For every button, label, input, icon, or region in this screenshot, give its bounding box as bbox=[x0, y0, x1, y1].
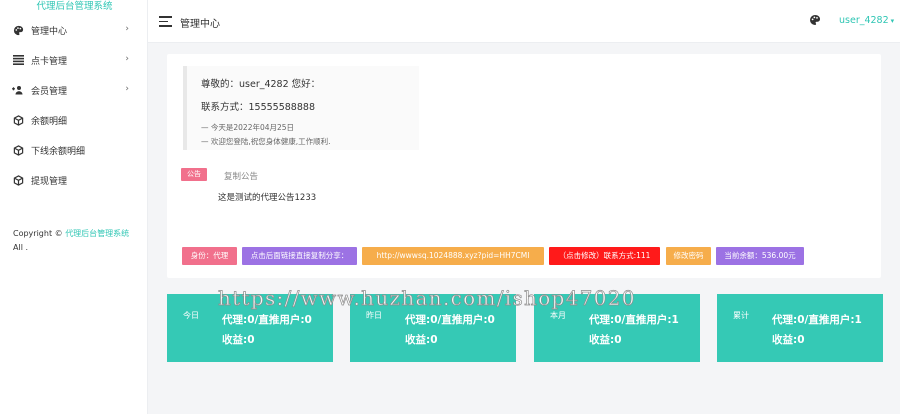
welcome-card: 尊敬的：user_4282 您好： 联系方式：15555588888 — 今天是… bbox=[167, 54, 881, 278]
top-header: 管理中心 user_4282 ▾ bbox=[148, 0, 900, 43]
copyright-prefix: Copyright © bbox=[13, 229, 66, 238]
stat-income: 收益:0 bbox=[222, 334, 255, 346]
sidebar-item-label: 下线余额明细 bbox=[31, 146, 86, 157]
sidebar-item-card-management[interactable]: 点卡管理 › bbox=[0, 45, 147, 75]
stat-label: 今日 bbox=[183, 311, 199, 320]
palette-icon bbox=[12, 24, 24, 36]
brand-title: 代理后台管理系统 bbox=[36, 1, 113, 12]
users-icon bbox=[12, 84, 24, 96]
welcome-quote: 尊敬的：user_4282 您好： 联系方式：15555588888 — 今天是… bbox=[183, 66, 419, 150]
sidebar-item-downline-balance[interactable]: 下线余额明细 bbox=[0, 135, 147, 165]
stat-label: 累计 bbox=[733, 311, 749, 320]
list-icon bbox=[12, 54, 24, 66]
sidebar: 代理后台管理系统 管理中心 › 点卡管理 › 会员管理 › 余额明细 下线余额明… bbox=[0, 0, 148, 414]
menu-toggle-icon[interactable] bbox=[159, 16, 172, 27]
stat-agents: 代理:0/直推用户:0 bbox=[405, 314, 495, 326]
copyright: Copyright © 代理后台管理系统 All . bbox=[13, 227, 139, 255]
copyright-suffix: All . bbox=[13, 243, 29, 252]
box-icon bbox=[12, 114, 24, 126]
sidebar-item-withdraw[interactable]: 提现管理 bbox=[0, 165, 147, 195]
sidebar-item-management-center[interactable]: 管理中心 › bbox=[0, 15, 147, 45]
box-icon bbox=[12, 144, 24, 156]
sidebar-item-label: 会员管理 bbox=[31, 86, 68, 97]
sidebar-item-balance-detail[interactable]: 余额明细 bbox=[0, 105, 147, 135]
date-note: — 今天是2022年04月25日 bbox=[201, 123, 295, 132]
stat-label: 本月 bbox=[550, 311, 566, 320]
stat-income: 收益:0 bbox=[405, 334, 438, 346]
change-password-button[interactable]: 修改密码 bbox=[666, 247, 711, 265]
stat-income: 收益:0 bbox=[772, 334, 805, 346]
box-icon bbox=[12, 174, 24, 186]
stat-agents: 代理:0/直推用户:1 bbox=[589, 314, 679, 326]
copyright-link[interactable]: 代理后台管理系统 bbox=[65, 229, 129, 238]
chevron-right-icon: › bbox=[125, 24, 129, 34]
username: user_4282 bbox=[839, 15, 889, 26]
greeting-text: 尊敬的：user_4282 您好： bbox=[201, 79, 321, 90]
sidebar-item-label: 余额明细 bbox=[31, 116, 68, 127]
identity-tag: 身份：代理 bbox=[182, 247, 237, 265]
share-link-button[interactable]: 点击后面链接直接复制分享： bbox=[242, 247, 357, 265]
notice-text: 这是测试的代理公告1233 bbox=[218, 193, 317, 203]
notice-badge: 公告 bbox=[181, 168, 207, 181]
edit-contact-button[interactable]: （点击修改）联系方式:111 bbox=[549, 247, 660, 265]
watermark-text: https://www.huzhan.com/ishop47020 bbox=[218, 286, 636, 311]
stat-card-total: 累计 代理:0/直推用户:1 收益:0 bbox=[717, 294, 883, 362]
share-link-tag[interactable]: http://wwwsq.1024888.xyz?pid=HH7CMI bbox=[362, 247, 544, 265]
sidebar-item-label: 提现管理 bbox=[31, 176, 68, 187]
sidebar-item-label: 点卡管理 bbox=[31, 56, 68, 67]
page-title: 管理中心 bbox=[180, 19, 220, 30]
user-menu[interactable]: user_4282 ▾ bbox=[839, 15, 894, 26]
contact-text: 联系方式：15555588888 bbox=[201, 102, 315, 113]
stat-label: 昨日 bbox=[366, 311, 382, 320]
stat-agents: 代理:0/直推用户:0 bbox=[222, 314, 312, 326]
wish-note: — 欢迎您登陆,祝您身体健康,工作顺利. bbox=[201, 137, 331, 146]
chevron-right-icon: › bbox=[125, 54, 129, 64]
stat-income: 收益:0 bbox=[589, 334, 622, 346]
chevron-down-icon: ▾ bbox=[890, 17, 895, 25]
stat-agents: 代理:0/直推用户:1 bbox=[772, 314, 862, 326]
theme-palette-icon[interactable] bbox=[809, 14, 823, 28]
sidebar-menu: 管理中心 › 点卡管理 › 会员管理 › 余额明细 下线余额明细 提现管理 bbox=[0, 15, 147, 195]
sidebar-item-label: 管理中心 bbox=[31, 26, 68, 37]
sidebar-item-member-management[interactable]: 会员管理 › bbox=[0, 75, 147, 105]
copy-notice-button[interactable]: 复制公告 bbox=[224, 170, 258, 182]
chevron-right-icon: › bbox=[125, 84, 129, 94]
balance-tag: 当前余额：536.00元 bbox=[716, 247, 804, 265]
